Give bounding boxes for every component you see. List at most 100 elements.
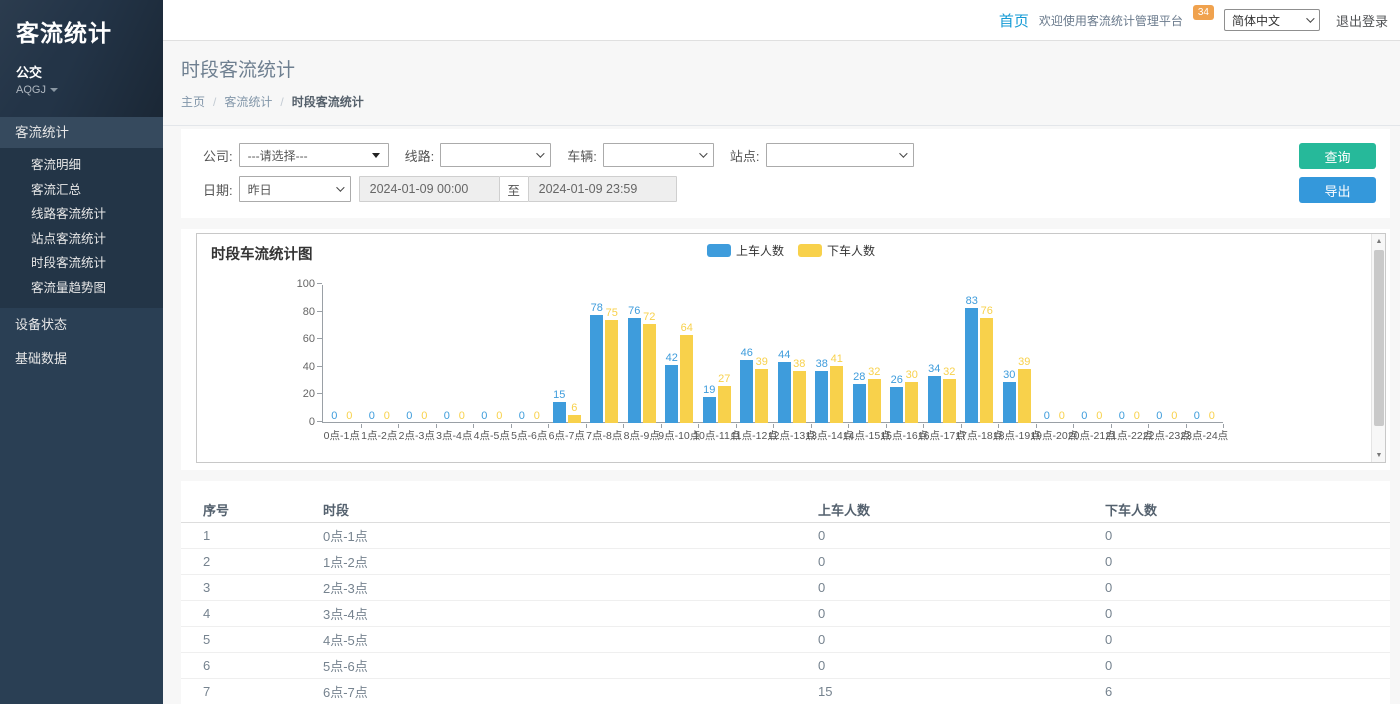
- bar[interactable]: [853, 384, 866, 423]
- bar[interactable]: [553, 402, 566, 423]
- scrollbar-thumb[interactable]: [1374, 250, 1384, 426]
- bar-column: 75: [605, 307, 618, 424]
- bar-column: 38: [815, 358, 828, 423]
- x-axis-tick-label: 0点-1点: [324, 428, 360, 443]
- bar[interactable]: [905, 382, 918, 423]
- bar-column: 0: [343, 410, 356, 423]
- bar-column: 30: [1003, 369, 1016, 423]
- vehicle-select[interactable]: [603, 143, 714, 167]
- bar-value-label: 34: [928, 363, 940, 375]
- y-axis-tick: [317, 421, 322, 422]
- bar-column: 44: [778, 349, 791, 423]
- bar-value-label: 0: [331, 410, 337, 422]
- sidebar-item-device-status[interactable]: 设备状态: [0, 308, 163, 342]
- bar[interactable]: [1018, 369, 1031, 423]
- home-link[interactable]: 首页: [999, 10, 1029, 31]
- bar-value-label: 0: [1044, 410, 1050, 422]
- bar[interactable]: [680, 335, 693, 423]
- bar[interactable]: [890, 387, 903, 423]
- chevron-down-icon: [536, 149, 544, 157]
- bar[interactable]: [605, 320, 618, 424]
- scroll-up-icon[interactable]: ▲: [1372, 234, 1386, 248]
- table-cell: 1: [203, 528, 323, 543]
- bar[interactable]: [980, 318, 993, 423]
- company-select[interactable]: ---请选择---: [239, 143, 389, 167]
- date-start-input[interactable]: [359, 176, 500, 202]
- bar-value-label: 0: [1156, 410, 1162, 422]
- bar-column: 19: [703, 384, 716, 423]
- table-row: 32点-3点00: [181, 575, 1390, 601]
- sidebar-subitem[interactable]: 客流量趋势图: [0, 276, 163, 301]
- bar[interactable]: [868, 379, 881, 423]
- export-button[interactable]: 导出: [1299, 177, 1376, 203]
- sidebar-item-base-data[interactable]: 基础数据: [0, 342, 163, 376]
- legend-item-alighting[interactable]: 下车人数: [798, 242, 875, 259]
- profile-user-menu[interactable]: AQGJ: [16, 84, 147, 96]
- date-label: 日期:: [203, 180, 233, 199]
- bar[interactable]: [755, 369, 768, 423]
- bar[interactable]: [740, 360, 753, 423]
- bar-value-label: 46: [741, 347, 753, 359]
- bar[interactable]: [643, 324, 656, 423]
- bar[interactable]: [793, 371, 806, 423]
- line-select[interactable]: [440, 143, 551, 167]
- bar[interactable]: [703, 397, 716, 423]
- chart-scrollbar[interactable]: ▲ ▼: [1371, 234, 1385, 462]
- sidebar-subitem[interactable]: 客流明细: [0, 153, 163, 178]
- table-cell: 3: [203, 580, 323, 595]
- bar[interactable]: [815, 371, 828, 423]
- bar[interactable]: [590, 315, 603, 423]
- bar[interactable]: [943, 379, 956, 423]
- breadcrumb-section[interactable]: 客流统计: [224, 93, 272, 110]
- bar-group: 443812点-13点: [773, 285, 811, 423]
- bar[interactable]: [830, 366, 843, 423]
- breadcrumb-separator: /: [213, 95, 216, 109]
- bar[interactable]: [778, 362, 791, 423]
- sidebar-submenu: 客流明细客流汇总线路客流统计站点客流统计时段客流统计客流量趋势图: [0, 148, 163, 308]
- table-cell: 0: [818, 580, 1105, 595]
- bar-column: 28: [853, 371, 866, 423]
- bar-group: 343216点-17点: [923, 285, 961, 423]
- bar-group: 003点-4点: [436, 285, 474, 423]
- table-cell: 0点-1点: [323, 526, 818, 545]
- scroll-down-icon[interactable]: ▼: [1372, 448, 1386, 462]
- date-preset-select[interactable]: 昨日: [239, 176, 351, 202]
- bar-value-label: 76: [981, 305, 993, 317]
- table-body: 10点-1点0021点-2点0032点-3点0043点-4点0054点-5点00…: [181, 523, 1390, 704]
- station-label: 站点:: [730, 146, 760, 165]
- notification-badge[interactable]: 34: [1193, 5, 1214, 20]
- bar-value-label: 28: [853, 371, 865, 383]
- station-select[interactable]: [766, 143, 914, 167]
- bar-column: 0: [1153, 410, 1166, 423]
- y-axis-tick-label: 100: [285, 278, 315, 290]
- language-select[interactable]: 简体中文: [1224, 9, 1320, 31]
- date-end-input[interactable]: [528, 176, 677, 202]
- sidebar-subitem[interactable]: 线路客流统计: [0, 202, 163, 227]
- y-axis-tick-label: 60: [285, 333, 315, 345]
- table-cell: 0: [818, 554, 1105, 569]
- bar-value-label: 0: [1209, 410, 1215, 422]
- bar-group: 42649点-10点: [661, 285, 699, 423]
- breadcrumb-home[interactable]: 主页: [181, 93, 205, 110]
- bar[interactable]: [628, 318, 641, 423]
- bar-value-label: 78: [591, 302, 603, 314]
- sidebar-subitem[interactable]: 客流汇总: [0, 178, 163, 203]
- bar[interactable]: [965, 308, 978, 423]
- bar[interactable]: [718, 386, 731, 423]
- bar[interactable]: [568, 415, 581, 423]
- logout-link[interactable]: 退出登录: [1336, 11, 1388, 30]
- bar[interactable]: [665, 365, 678, 423]
- bar-group: 1566点-7点: [548, 285, 586, 423]
- sidebar-subitem[interactable]: 站点客流统计: [0, 227, 163, 252]
- sidebar-item-passenger-stats[interactable]: 客流统计: [0, 117, 163, 148]
- legend-item-boarding[interactable]: 上车人数: [707, 242, 784, 259]
- bar[interactable]: [928, 376, 941, 423]
- table-row: 21点-2点00: [181, 549, 1390, 575]
- caret-down-icon: [50, 88, 58, 92]
- chart-title: 时段车流统计图: [211, 243, 313, 264]
- bar-group: 002点-3点: [398, 285, 436, 423]
- bar-value-label: 0: [534, 410, 540, 422]
- sidebar-subitem[interactable]: 时段客流统计: [0, 251, 163, 276]
- query-button[interactable]: 查询: [1299, 143, 1376, 169]
- bar[interactable]: [1003, 382, 1016, 423]
